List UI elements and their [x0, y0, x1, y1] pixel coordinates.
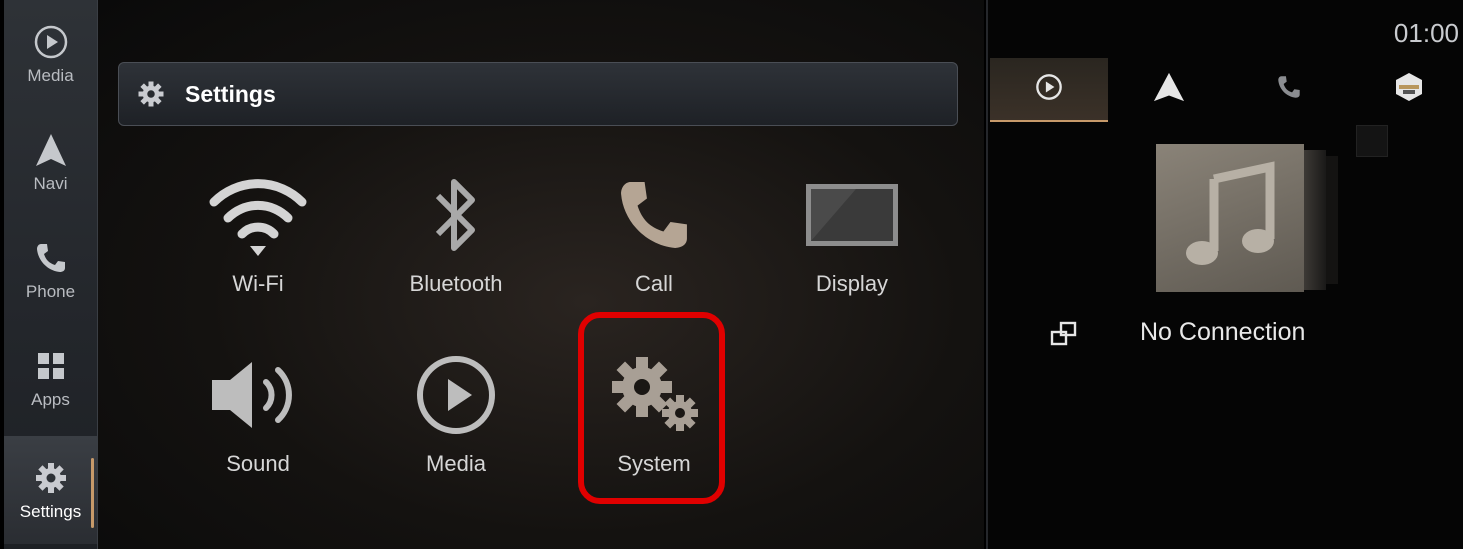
- album-art[interactable]: [1156, 144, 1304, 292]
- apps-grid-icon: [31, 346, 71, 386]
- nav-item-label: Phone: [25, 282, 76, 301]
- music-note-icon: [1180, 160, 1280, 276]
- wifi-icon: [198, 165, 318, 265]
- tile-media[interactable]: Media: [366, 345, 546, 505]
- speaker-icon: [198, 345, 318, 445]
- page-title: Settings: [185, 80, 276, 107]
- tile-label: Wi-Fi: [232, 271, 284, 296]
- media-widget: 01:00 No Connection: [986, 0, 1463, 549]
- nav-item-navi[interactable]: Navi: [4, 108, 97, 216]
- gear-icon: [135, 78, 167, 110]
- play-circle-icon: [396, 345, 516, 445]
- clock: 01:00: [1393, 18, 1459, 48]
- settings-header: Settings: [118, 62, 958, 126]
- tile-wifi[interactable]: Wi-Fi: [168, 165, 348, 325]
- phone-icon: [31, 238, 71, 278]
- phone-icon: [1276, 74, 1302, 105]
- tile-label: Sound: [226, 451, 290, 476]
- connection-status: No Connection: [1140, 318, 1306, 346]
- nav-item-label: Apps: [31, 390, 70, 409]
- nav-item-settings[interactable]: Settings: [4, 436, 97, 544]
- nav-item-phone[interactable]: Phone: [4, 216, 97, 324]
- system-highlight-box: [578, 312, 725, 504]
- tile-label: Bluetooth: [409, 271, 503, 296]
- gear-icon: [31, 458, 71, 498]
- tab-media[interactable]: [990, 58, 1108, 122]
- nav-item-apps[interactable]: Apps: [4, 324, 97, 432]
- display-icon: [792, 165, 912, 265]
- nav-item-label: Media: [27, 66, 74, 85]
- settings-panel: Settings Wi-Fi Bluetooth Call Display So…: [98, 0, 984, 549]
- compass-icon: [1394, 72, 1424, 107]
- phone-icon: [594, 165, 714, 265]
- device-link-icon: [1050, 320, 1078, 348]
- tile-label: Call: [635, 271, 673, 296]
- nav-item-label: Navi: [33, 174, 68, 193]
- tab-navi[interactable]: [1110, 58, 1228, 120]
- play-circle-icon: [31, 22, 71, 62]
- navigation-arrow-icon: [1152, 71, 1186, 108]
- tab-compass[interactable]: [1350, 58, 1463, 120]
- tile-bluetooth[interactable]: Bluetooth: [366, 165, 546, 325]
- tile-label: Display: [815, 271, 889, 296]
- tile-sound[interactable]: Sound: [168, 345, 348, 505]
- play-circle-icon: [1035, 73, 1063, 106]
- navigation-arrow-icon: [31, 130, 71, 170]
- tab-phone[interactable]: [1230, 58, 1348, 120]
- tile-label: Media: [426, 451, 486, 476]
- nav-item-label: Settings: [19, 502, 82, 521]
- tile-call[interactable]: Call: [564, 165, 744, 325]
- mini-widget: [1356, 125, 1388, 157]
- bluetooth-icon: [396, 165, 516, 265]
- nav-item-media[interactable]: Media: [4, 0, 97, 108]
- album-stack: [1326, 156, 1338, 284]
- side-nav: Media Navi Phone Apps Settings: [4, 0, 98, 549]
- album-stack: [1304, 150, 1326, 290]
- tile-display[interactable]: Display: [762, 165, 942, 325]
